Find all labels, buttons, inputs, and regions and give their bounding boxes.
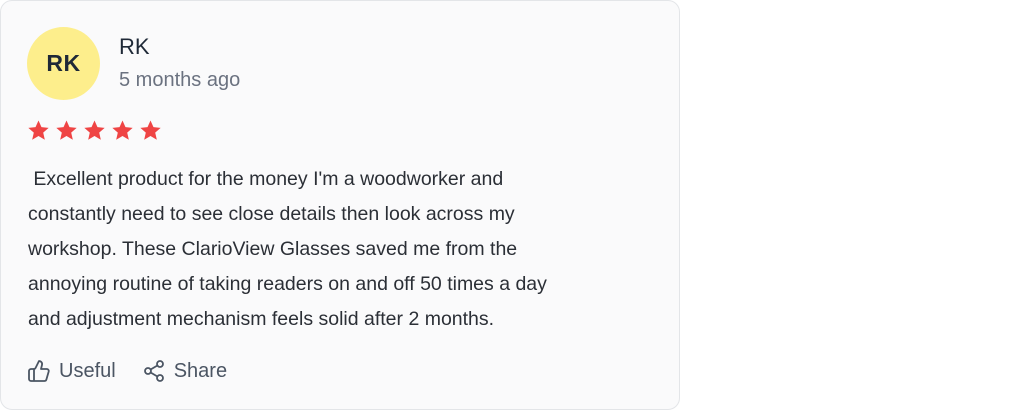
star-icon: [56, 120, 77, 140]
star-rating: [27, 119, 162, 142]
share-label: Share: [173, 359, 228, 382]
star-icon: [140, 120, 161, 140]
review-text: Excellent product for the money I'm a wo…: [28, 168, 547, 330]
thumbs-up-icon: [28, 360, 50, 382]
useful-label: Useful: [59, 359, 116, 382]
review-timestamp: 5 months ago: [119, 69, 241, 91]
review-actions: Useful Share: [27, 359, 227, 383]
star-icon: [112, 120, 133, 140]
avatar: RK: [27, 27, 100, 100]
share-icon: [143, 360, 164, 382]
star-icon: [84, 120, 105, 140]
reviewer-name: RK: [119, 34, 150, 59]
review-card: RK RK 5 months ago Excellent product for…: [0, 0, 680, 410]
avatar-initials: RK: [46, 50, 81, 76]
useful-button[interactable]: Useful: [27, 359, 116, 383]
star-icon: [28, 120, 49, 140]
share-button[interactable]: Share: [142, 359, 227, 383]
